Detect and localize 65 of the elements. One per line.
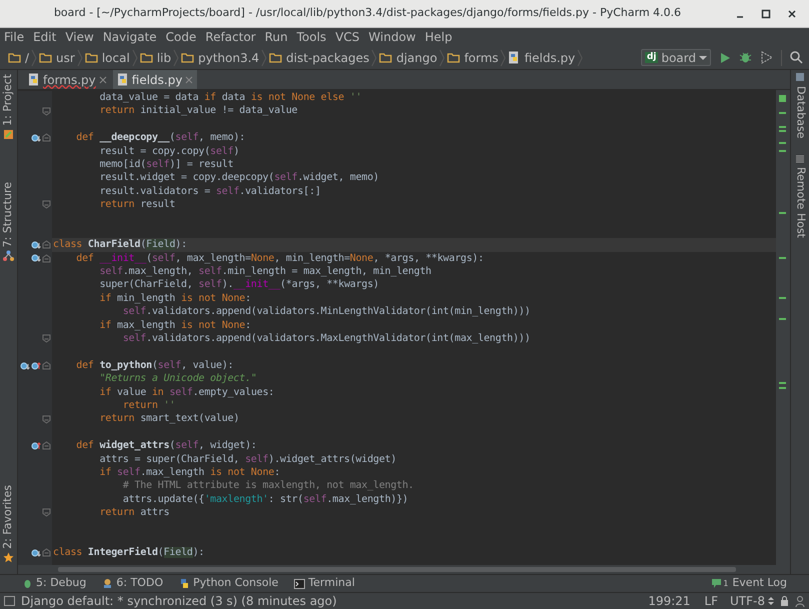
tool-window-tab[interactable]: Remote Host [792,166,808,238]
tool-window-tab[interactable]: 2: Favorites [0,485,17,549]
breadcrumb[interactable]: python3.4 [179,48,262,66]
breadcrumb[interactable]: dist-packages [267,48,372,66]
menu-item[interactable]: Refactor [205,28,256,46]
tool-window-tab[interactable]: Database [792,86,808,138]
code-line: return attrs [98,506,170,520]
menu-item[interactable]: Run [264,28,288,46]
breadcrumb[interactable]: usr [37,48,77,66]
status-message: Django default: * synchronized (3 s) (8 minutes ago) [21,593,338,609]
menu-item[interactable]: File [4,28,24,46]
caret-position[interactable]: 199:21 [648,592,690,609]
code-line: self.max_length, self.min_length = max_length, min_length [98,265,432,278]
code-line: class IntegerField(Field): [52,546,206,560]
menu-item[interactable]: VCS [335,28,360,46]
code-line: result = copy.copy(self) [98,144,240,158]
breadcrumb[interactable]: fields.py [506,48,578,66]
code-line: memo[id(self)] = result [98,158,234,172]
code-line: def __init__(self, max_length=None, min_length=None, *args, **kwargs): [75,252,485,266]
run-config-dropdown[interactable]: dj board [640,49,711,66]
code-line: return initial_value != data_value [98,104,298,118]
breadcrumb[interactable]: / [6,48,32,66]
code-line: if self.max_length is not None: [98,466,282,480]
breadcrumb[interactable]: lib [138,48,174,66]
menu-item[interactable]: Tools [296,28,326,46]
line-separator[interactable]: LF [704,592,718,609]
menu-item[interactable]: View [65,28,94,46]
code-line: data_value = data if data is not None else '' [98,91,363,104]
menu-item[interactable]: Edit [33,28,56,46]
menu-item[interactable]: Help [424,28,452,46]
code-line: result.widget = copy.deepcopy(self.widget, memo) [98,171,380,185]
code-line: if value in self.empty_values: [98,386,276,399]
code-line: "Returns a Unicode object." [98,372,258,386]
tool-window-tab[interactable]: 1: Project [0,74,17,126]
menu-item[interactable]: Navigate [102,28,157,46]
code-line: return smart_text(value) [98,412,240,426]
editor-tab[interactable]: fields.py [112,70,198,89]
code-line: if min_length is not None: [98,292,252,306]
code-line: super(CharField, self).__init__(*args, **kwargs) [98,278,380,292]
code-line: return result [98,198,176,212]
code-line: attrs = super(CharField, self).widget_attrs(widget) [98,452,398,466]
encoding-selector[interactable]: UTF-8 [730,592,774,609]
breadcrumb[interactable]: local [82,48,132,66]
code-line: result.validators = self.validators[:] [98,184,322,198]
breadcrumb[interactable]: forms [445,48,500,66]
code-line: def widget_attrs(self, widget): [75,439,258,453]
code-line: attrs.update({'maxlength': str(self.max_length)}) [122,492,410,506]
code-line: self.validators.append(validators.MaxLengthValidator(int(max_length))) [122,332,532,346]
tool-window-tab[interactable]: 7: Structure [0,182,17,248]
tool-window-button[interactable]: 6: TODO [102,575,164,592]
code-line: self.validators.append(validators.MinLengthValidator(int(min_length))) [122,305,532,319]
tool-window-button[interactable]: 5: Debug [22,575,86,592]
tool-window-button[interactable]: Terminal [294,575,355,592]
menu-item[interactable]: Window [368,28,416,46]
code-line: return '' [122,398,176,412]
menu-item[interactable]: Code [166,28,196,46]
code-line: def to_python(self, value): [75,358,234,372]
code-line: def __deepcopy__(self, memo): [75,131,246,145]
breadcrumb[interactable]: django [377,48,440,66]
django-icon: dj [644,52,658,63]
event-log-button[interactable]: 1 Event Log [712,575,787,592]
tool-window-button[interactable]: Python Console [179,575,278,592]
code-line: # The HTML attribute is maxlength, not max_length. [122,479,415,493]
code-line: if max_length is not None: [98,318,252,332]
window-title: board - [~/PycharmProjects/board] - /usr/local/lib/python3.4/dist-packages/django/forms/fields.py - PyCharm 4.0.6 [54,5,682,22]
